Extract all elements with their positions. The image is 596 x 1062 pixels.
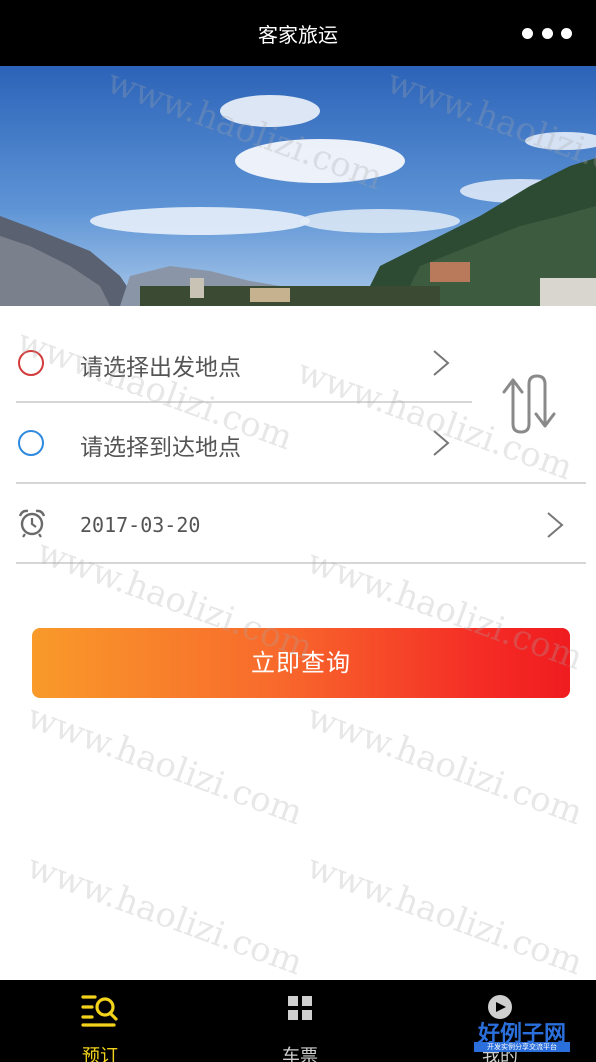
chevron-right-icon bbox=[433, 350, 450, 376]
ticket-grid-icon bbox=[288, 996, 312, 1020]
brand-subtitle: 开发实例分享交流平台 bbox=[474, 1042, 570, 1052]
tab-booking-label: 预订 bbox=[82, 1046, 118, 1062]
chevron-right-icon bbox=[433, 430, 450, 456]
watermark: www.haolizi.com bbox=[301, 696, 588, 834]
date-row[interactable]: 2017-03-20 bbox=[16, 484, 586, 564]
watermark: www.haolizi.com bbox=[301, 846, 588, 984]
watermark: www.haolizi.com bbox=[21, 846, 308, 984]
arrival-circle-icon bbox=[18, 430, 44, 456]
query-button[interactable]: 立即查询 bbox=[32, 628, 570, 698]
chevron-right-icon bbox=[547, 512, 564, 538]
divider bbox=[16, 562, 586, 564]
title-bar: 客家旅运 bbox=[0, 0, 596, 66]
page-title: 客家旅运 bbox=[258, 23, 338, 47]
date-value: 2017-03-20 bbox=[80, 513, 201, 537]
swap-stations-icon[interactable] bbox=[496, 370, 564, 436]
arrival-field[interactable]: 请选择到达地点 bbox=[80, 428, 241, 462]
brand-watermark: 好例子网 开发实例分享交流平台 bbox=[474, 1016, 570, 1052]
arrival-row[interactable]: 请选择到达地点 bbox=[16, 402, 472, 482]
departure-row[interactable]: 请选择出发地点 bbox=[16, 322, 472, 402]
tab-tickets[interactable]: 车票 bbox=[240, 980, 360, 1062]
tab-booking[interactable]: 预订 bbox=[40, 980, 160, 1062]
booking-list-icon bbox=[81, 995, 118, 1027]
watermark: www.haolizi.com bbox=[21, 696, 308, 834]
departure-field[interactable]: 请选择出发地点 bbox=[80, 348, 241, 382]
more-dots-icon[interactable] bbox=[522, 23, 572, 43]
departure-circle-icon bbox=[18, 350, 44, 376]
tab-tickets-label: 车票 bbox=[282, 1046, 318, 1062]
alarm-clock-icon bbox=[18, 509, 46, 538]
banner-image bbox=[0, 66, 596, 306]
